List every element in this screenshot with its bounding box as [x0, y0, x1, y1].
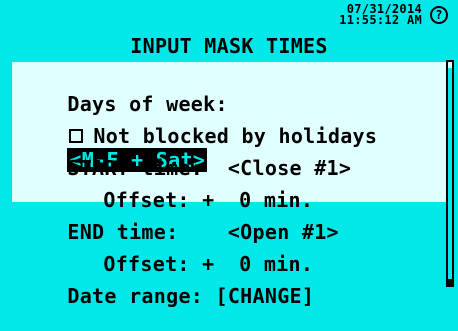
date-range-value[interactable]: [CHANGE] — [215, 284, 314, 308]
scrollbar-top-cap — [448, 62, 452, 68]
date-range-label: Date range: — [67, 284, 204, 308]
date-range-row[interactable]: Date range: [CHANGE] — [18, 254, 314, 331]
lcd-screen: 07/31/2014 11:55:12 AM ? INPUT MASK TIME… — [0, 0, 458, 331]
datetime-display: 07/31/2014 11:55:12 AM — [339, 3, 422, 27]
scrollbar[interactable] — [446, 60, 454, 287]
page-title: INPUT MASK TIMES — [130, 34, 328, 58]
time-text: 11:55:12 AM — [339, 13, 422, 27]
scrollbar-thumb[interactable] — [448, 279, 452, 285]
help-icon[interactable]: ? — [430, 6, 448, 24]
